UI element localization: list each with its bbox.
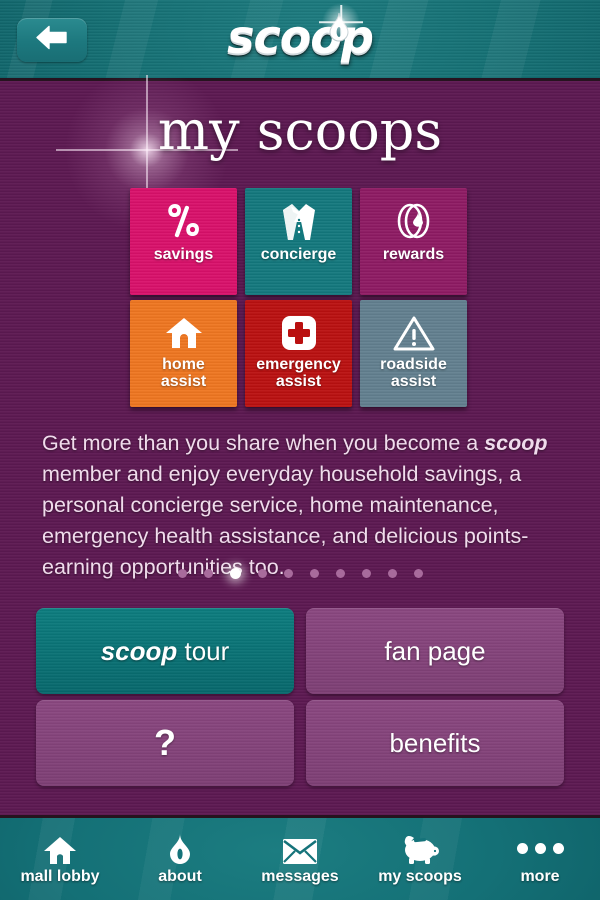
help-button[interactable]: ? (36, 700, 294, 786)
nav-label: more (520, 867, 560, 885)
tile-label-line1: emergency (256, 356, 341, 373)
pagination-dot[interactable] (257, 569, 267, 578)
page-title: my scoops (157, 99, 443, 162)
tile-label: savings (153, 246, 214, 263)
scoop-tour-button[interactable]: scoop tour (36, 608, 294, 694)
tile-label: emergency assist (256, 356, 341, 390)
nav-label: mall lobby (20, 867, 100, 885)
nav-label: messages (261, 867, 339, 885)
tile-label-line2: assist (160, 373, 207, 390)
tile-home-assist[interactable]: home assist (130, 300, 237, 407)
pagination-dot[interactable] (335, 569, 345, 578)
tile-label-line1: home (162, 356, 205, 373)
nav-item-messages[interactable]: messages (240, 818, 360, 900)
button-label: benefits (389, 727, 481, 758)
nav-item-my-scoops[interactable]: my scoops (360, 818, 480, 900)
button-label-rest: tour (177, 635, 230, 666)
medical-cross-icon (280, 312, 318, 354)
pagination-dot[interactable] (413, 569, 423, 578)
button-label: ? (154, 722, 176, 763)
tile-rewards[interactable]: rewards (360, 188, 467, 295)
pagination-dot[interactable] (177, 569, 187, 578)
bottom-navigation-bar: mall lobby about messages my scoops more (0, 815, 600, 900)
scoop-tile-grid: savings concierge rewards home assist em… (130, 188, 470, 407)
tile-savings[interactable]: savings (130, 188, 237, 295)
piggy-bank-icon (400, 833, 440, 865)
pagination-dot[interactable] (203, 569, 213, 578)
action-button-grid: scoop tour fan page ? benefits (36, 608, 564, 786)
nav-label: about (158, 867, 202, 885)
pagination-dot[interactable] (309, 569, 319, 578)
house-icon (164, 312, 204, 354)
button-label: fan page (384, 635, 486, 666)
tile-label-line2: assist (275, 373, 322, 390)
description-part1: Get more than you share when you become … (42, 431, 485, 455)
tile-label-line1: roadside (380, 356, 447, 373)
house-icon (43, 833, 77, 865)
tile-roadside-assist[interactable]: roadside assist (360, 300, 467, 407)
description-part2: member and enjoy everyday household savi… (42, 462, 529, 579)
nav-item-about[interactable]: about (120, 818, 240, 900)
app-header: scoop (0, 0, 600, 81)
app-screen: scoop my scoops savings concierge reward… (0, 0, 600, 900)
envelope-icon (282, 833, 318, 865)
tile-label: roadside assist (380, 356, 447, 390)
scoop-logo: scoop (0, 8, 600, 70)
benefits-button[interactable]: benefits (306, 700, 564, 786)
scoop-logo-text: scoop (227, 10, 374, 64)
description-text: Get more than you share when you become … (42, 428, 558, 583)
tile-concierge[interactable]: concierge (245, 188, 352, 295)
pagination-dots (0, 568, 600, 579)
ellipsis-icon (516, 833, 564, 865)
pagination-dot[interactable] (387, 569, 397, 578)
warning-triangle-icon (393, 312, 435, 354)
fan-page-button[interactable]: fan page (306, 608, 564, 694)
coin-icon (394, 200, 434, 242)
tuxedo-icon (279, 200, 319, 242)
button-label: scoop tour (101, 636, 230, 667)
button-label-brand: scoop (100, 635, 178, 666)
tile-label-line2: assist (390, 373, 437, 390)
droplet-icon (328, 12, 350, 42)
nav-item-mall-lobby[interactable]: mall lobby (0, 818, 120, 900)
tile-label: home assist (161, 356, 206, 390)
tile-label: concierge (260, 246, 337, 263)
description-brand: scoop (484, 431, 548, 455)
droplet-icon (167, 833, 193, 865)
tile-emergency-assist[interactable]: emergency assist (245, 300, 352, 407)
nav-item-more[interactable]: more (480, 818, 600, 900)
tile-label: rewards (382, 246, 445, 263)
pagination-dot[interactable] (361, 569, 371, 578)
nav-label: my scoops (378, 867, 462, 885)
page-title-area: my scoops (0, 70, 600, 230)
pagination-dot-active[interactable] (229, 568, 241, 579)
percent-icon (163, 200, 205, 242)
pagination-dot[interactable] (283, 569, 293, 578)
